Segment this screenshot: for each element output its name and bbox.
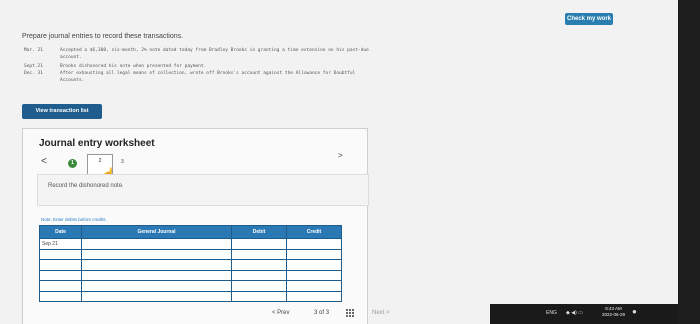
credit-input[interactable] <box>286 280 342 292</box>
transaction-date: Mar. 21 <box>24 48 43 53</box>
date-cell[interactable] <box>39 269 82 281</box>
debit-input[interactable] <box>231 248 287 260</box>
transaction-line: Accounts. <box>24 78 84 83</box>
prev-step-arrow[interactable]: < <box>41 156 47 167</box>
debit-input[interactable] <box>231 290 287 302</box>
account-input[interactable] <box>81 269 232 281</box>
check-my-work-button[interactable]: Check my work <box>565 13 613 25</box>
account-input[interactable] <box>81 259 232 271</box>
transaction-text: Accounts. <box>60 78 85 83</box>
monitor-bezel <box>678 0 700 324</box>
table-header-row: Date General Journal Debit Credit <box>39 225 342 239</box>
journal-entry-table: Date General Journal Debit Credit Sep 21 <box>39 225 342 302</box>
transaction-line: Sept.21 Brooks dishonored his note when p… <box>24 64 206 69</box>
table-row <box>39 290 342 302</box>
instruction-text: Prepare journal entries to record these … <box>22 33 184 40</box>
record-instruction-box: Record the dishonored note. <box>37 174 369 206</box>
column-header-general-journal: General Journal <box>81 225 232 239</box>
debit-input[interactable] <box>231 238 287 250</box>
account-input[interactable] <box>81 248 232 260</box>
notification-icon[interactable]: ● <box>632 307 637 316</box>
table-row <box>39 259 342 271</box>
account-input[interactable] <box>81 238 232 250</box>
next-button[interactable]: Next > <box>372 310 390 316</box>
table-row <box>39 280 342 292</box>
prev-button[interactable]: < Prev <box>272 310 290 316</box>
debits-note: Note: Enter debits before credits. <box>41 217 107 222</box>
transaction-text: Accepted a $6,300, six-month, 2% note da… <box>60 48 369 53</box>
view-transaction-list-button[interactable]: View transaction list <box>22 104 102 119</box>
table-row <box>39 269 342 281</box>
account-input[interactable] <box>81 280 232 292</box>
step-3-indicator[interactable]: 3 <box>121 159 124 165</box>
credit-input[interactable] <box>286 259 342 271</box>
date-cell[interactable]: Sep 21 <box>39 238 82 250</box>
date-cell[interactable] <box>39 248 82 260</box>
next-step-arrow[interactable]: > <box>338 151 343 160</box>
transaction-date: Dec. 31 <box>24 71 43 76</box>
grid-icon[interactable] <box>346 309 354 317</box>
transaction-line: Dec. 31 After exhausting all legal means … <box>24 71 355 76</box>
journal-entry-worksheet: Journal entry worksheet < > 1 2 3 ☝ Reco… <box>22 128 369 324</box>
page-total: 3 <box>325 310 330 316</box>
clock-date: 2022-06-29 <box>602 312 626 317</box>
worksheet-title: Journal entry worksheet <box>39 138 155 149</box>
column-header-debit: Debit <box>231 225 287 239</box>
credit-input[interactable] <box>286 269 342 281</box>
record-instruction-text: Record the dishonored note. <box>48 183 124 189</box>
credit-input[interactable] <box>286 248 342 260</box>
browser-screen: Check my work Prepare journal entries to… <box>0 0 678 324</box>
table-row: Sep 21 <box>39 238 342 250</box>
debit-input[interactable] <box>231 269 287 281</box>
system-tray-icons[interactable]: ◆ ◀) ▭ <box>566 310 583 316</box>
step-1-indicator[interactable]: 1 <box>68 159 77 168</box>
transaction-text: account. <box>60 55 82 60</box>
credit-input[interactable] <box>286 238 342 250</box>
date-cell[interactable] <box>39 259 82 271</box>
date-cell[interactable] <box>39 280 82 292</box>
transaction-text: After exhausting all legal means of coll… <box>60 71 356 76</box>
debit-input[interactable] <box>231 280 287 292</box>
date-cell[interactable] <box>39 290 82 302</box>
column-header-date: Date <box>39 225 82 239</box>
page-of: of <box>319 310 325 316</box>
table-row <box>39 248 342 260</box>
page-indicator: 3 of 3 <box>314 310 329 316</box>
debit-input[interactable] <box>231 259 287 271</box>
credit-input[interactable] <box>286 290 342 302</box>
page-current: 3 <box>314 310 318 316</box>
account-input[interactable] <box>81 290 232 302</box>
taskbar <box>490 304 678 324</box>
language-indicator[interactable]: ENG <box>546 310 557 316</box>
transaction-date: Sept.21 <box>24 64 43 69</box>
transaction-line: Mar. 21 Accepted a $6,300, six-month, 2% … <box>24 48 369 53</box>
clock[interactable]: 8:43 AM 2022-06-29 <box>602 306 625 318</box>
transaction-line: account. <box>24 55 82 60</box>
column-header-credit: Credit <box>286 225 342 239</box>
transaction-text: Brooks dishonored his note when presente… <box>60 64 207 69</box>
